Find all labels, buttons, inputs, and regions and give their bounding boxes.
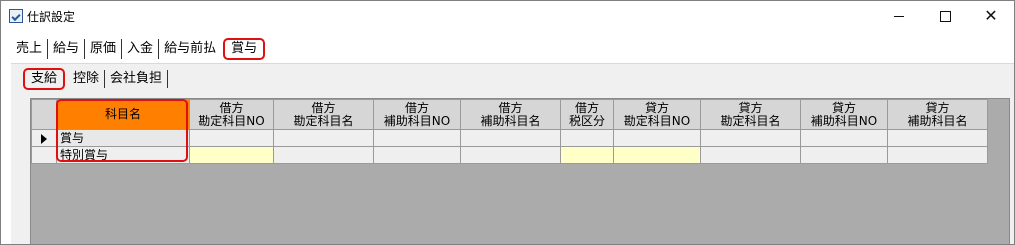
current-row-arrow-icon: [41, 133, 47, 144]
subtab-company-burden[interactable]: 会社負担: [105, 70, 169, 88]
row-header-corner: [31, 99, 57, 130]
subtab-payment[interactable]: 支給: [23, 68, 66, 90]
window-title: 仕訳設定: [27, 10, 76, 24]
grid-table: 科目名 借方 勘定科目NO 借方 勘定科目名 借方 補助科目NO 借方 補助科目名 借方…: [31, 99, 988, 164]
cell-credit-account-name[interactable]: [700, 146, 801, 164]
settings-window: 仕訳設定 ✕ 売上 給与 原価 入金 給与前払 賞与 支給 控除 会社負担 科目…: [0, 0, 1015, 245]
col-debit-tax[interactable]: 借方 税区分: [560, 99, 614, 130]
cell-credit-sub-no[interactable]: [800, 129, 888, 147]
tab-cost[interactable]: 原価: [85, 39, 123, 59]
tab-bonus[interactable]: 賞与: [223, 38, 266, 60]
tab-sales[interactable]: 売上: [11, 39, 49, 59]
col-credit-account-no[interactable]: 貸方 勘定科目NO: [613, 99, 701, 130]
cell-debit-sub-no[interactable]: [373, 146, 461, 164]
col-credit-sub-name[interactable]: 貸方 補助科目名: [887, 99, 988, 130]
row-header[interactable]: [31, 129, 57, 147]
cell-credit-account-no[interactable]: [613, 146, 701, 164]
col-debit-sub-no[interactable]: 借方 補助科目NO: [373, 99, 461, 130]
maximize-icon: [939, 10, 951, 22]
header-row: 科目名 借方 勘定科目NO 借方 勘定科目名 借方 補助科目NO 借方 補助科目名 借方…: [31, 99, 988, 130]
cell-credit-sub-name[interactable]: [887, 146, 988, 164]
cell-debit-account-no[interactable]: [189, 146, 274, 164]
col-credit-account-name[interactable]: 貸方 勘定科目名: [700, 99, 801, 130]
cell-debit-sub-name[interactable]: [460, 146, 561, 164]
cell-debit-tax[interactable]: [560, 146, 614, 164]
col-account-name[interactable]: 科目名: [56, 99, 190, 130]
cell-credit-account-name[interactable]: [700, 129, 801, 147]
cell-debit-account-name[interactable]: [273, 146, 374, 164]
row-header[interactable]: [31, 146, 57, 164]
title-bar: 仕訳設定 ✕: [1, 1, 1014, 31]
app-icon: [9, 9, 23, 23]
tab-salary-advance[interactable]: 給与前払: [159, 39, 221, 59]
cell-debit-account-no[interactable]: [189, 129, 274, 147]
close-button[interactable]: ✕: [968, 1, 1014, 31]
col-debit-account-no[interactable]: 借方 勘定科目NO: [189, 99, 274, 130]
sub-tab-bar: 支給 控除 会社負担: [23, 68, 169, 90]
tab-content: 支給 控除 会社負担 科目名 借方 勘定科目NO 借方 勘定科目名 借方 補助科目NO…: [11, 63, 1014, 244]
cell-debit-account-name[interactable]: [273, 129, 374, 147]
cell-debit-tax[interactable]: [560, 129, 614, 147]
cell-credit-account-no[interactable]: [613, 129, 701, 147]
cell-credit-sub-no[interactable]: [800, 146, 888, 164]
cell-account-name[interactable]: 特別賞与: [56, 146, 190, 164]
minimize-icon: [894, 15, 904, 17]
col-credit-sub-no[interactable]: 貸方 補助科目NO: [800, 99, 888, 130]
cell-account-name[interactable]: 賞与: [56, 129, 190, 147]
cell-debit-sub-name[interactable]: [460, 129, 561, 147]
col-debit-account-name[interactable]: 借方 勘定科目名: [273, 99, 374, 130]
minimize-button[interactable]: [876, 1, 922, 31]
main-tab-bar: 売上 給与 原価 入金 給与前払 賞与: [11, 37, 266, 61]
journal-grid: 科目名 借方 勘定科目NO 借方 勘定科目名 借方 補助科目NO 借方 補助科目名 借方…: [30, 98, 1010, 244]
tab-deposit[interactable]: 入金: [122, 39, 160, 59]
cell-debit-sub-no[interactable]: [373, 129, 461, 147]
table-row[interactable]: 賞与: [31, 129, 988, 147]
col-debit-sub-name[interactable]: 借方 補助科目名: [460, 99, 561, 130]
maximize-button[interactable]: [922, 1, 968, 31]
cell-credit-sub-name[interactable]: [887, 129, 988, 147]
table-row[interactable]: 特別賞与: [31, 146, 988, 164]
subtab-deduction[interactable]: 控除: [68, 70, 106, 88]
tab-salary[interactable]: 給与: [48, 39, 86, 59]
close-icon: ✕: [984, 6, 998, 25]
